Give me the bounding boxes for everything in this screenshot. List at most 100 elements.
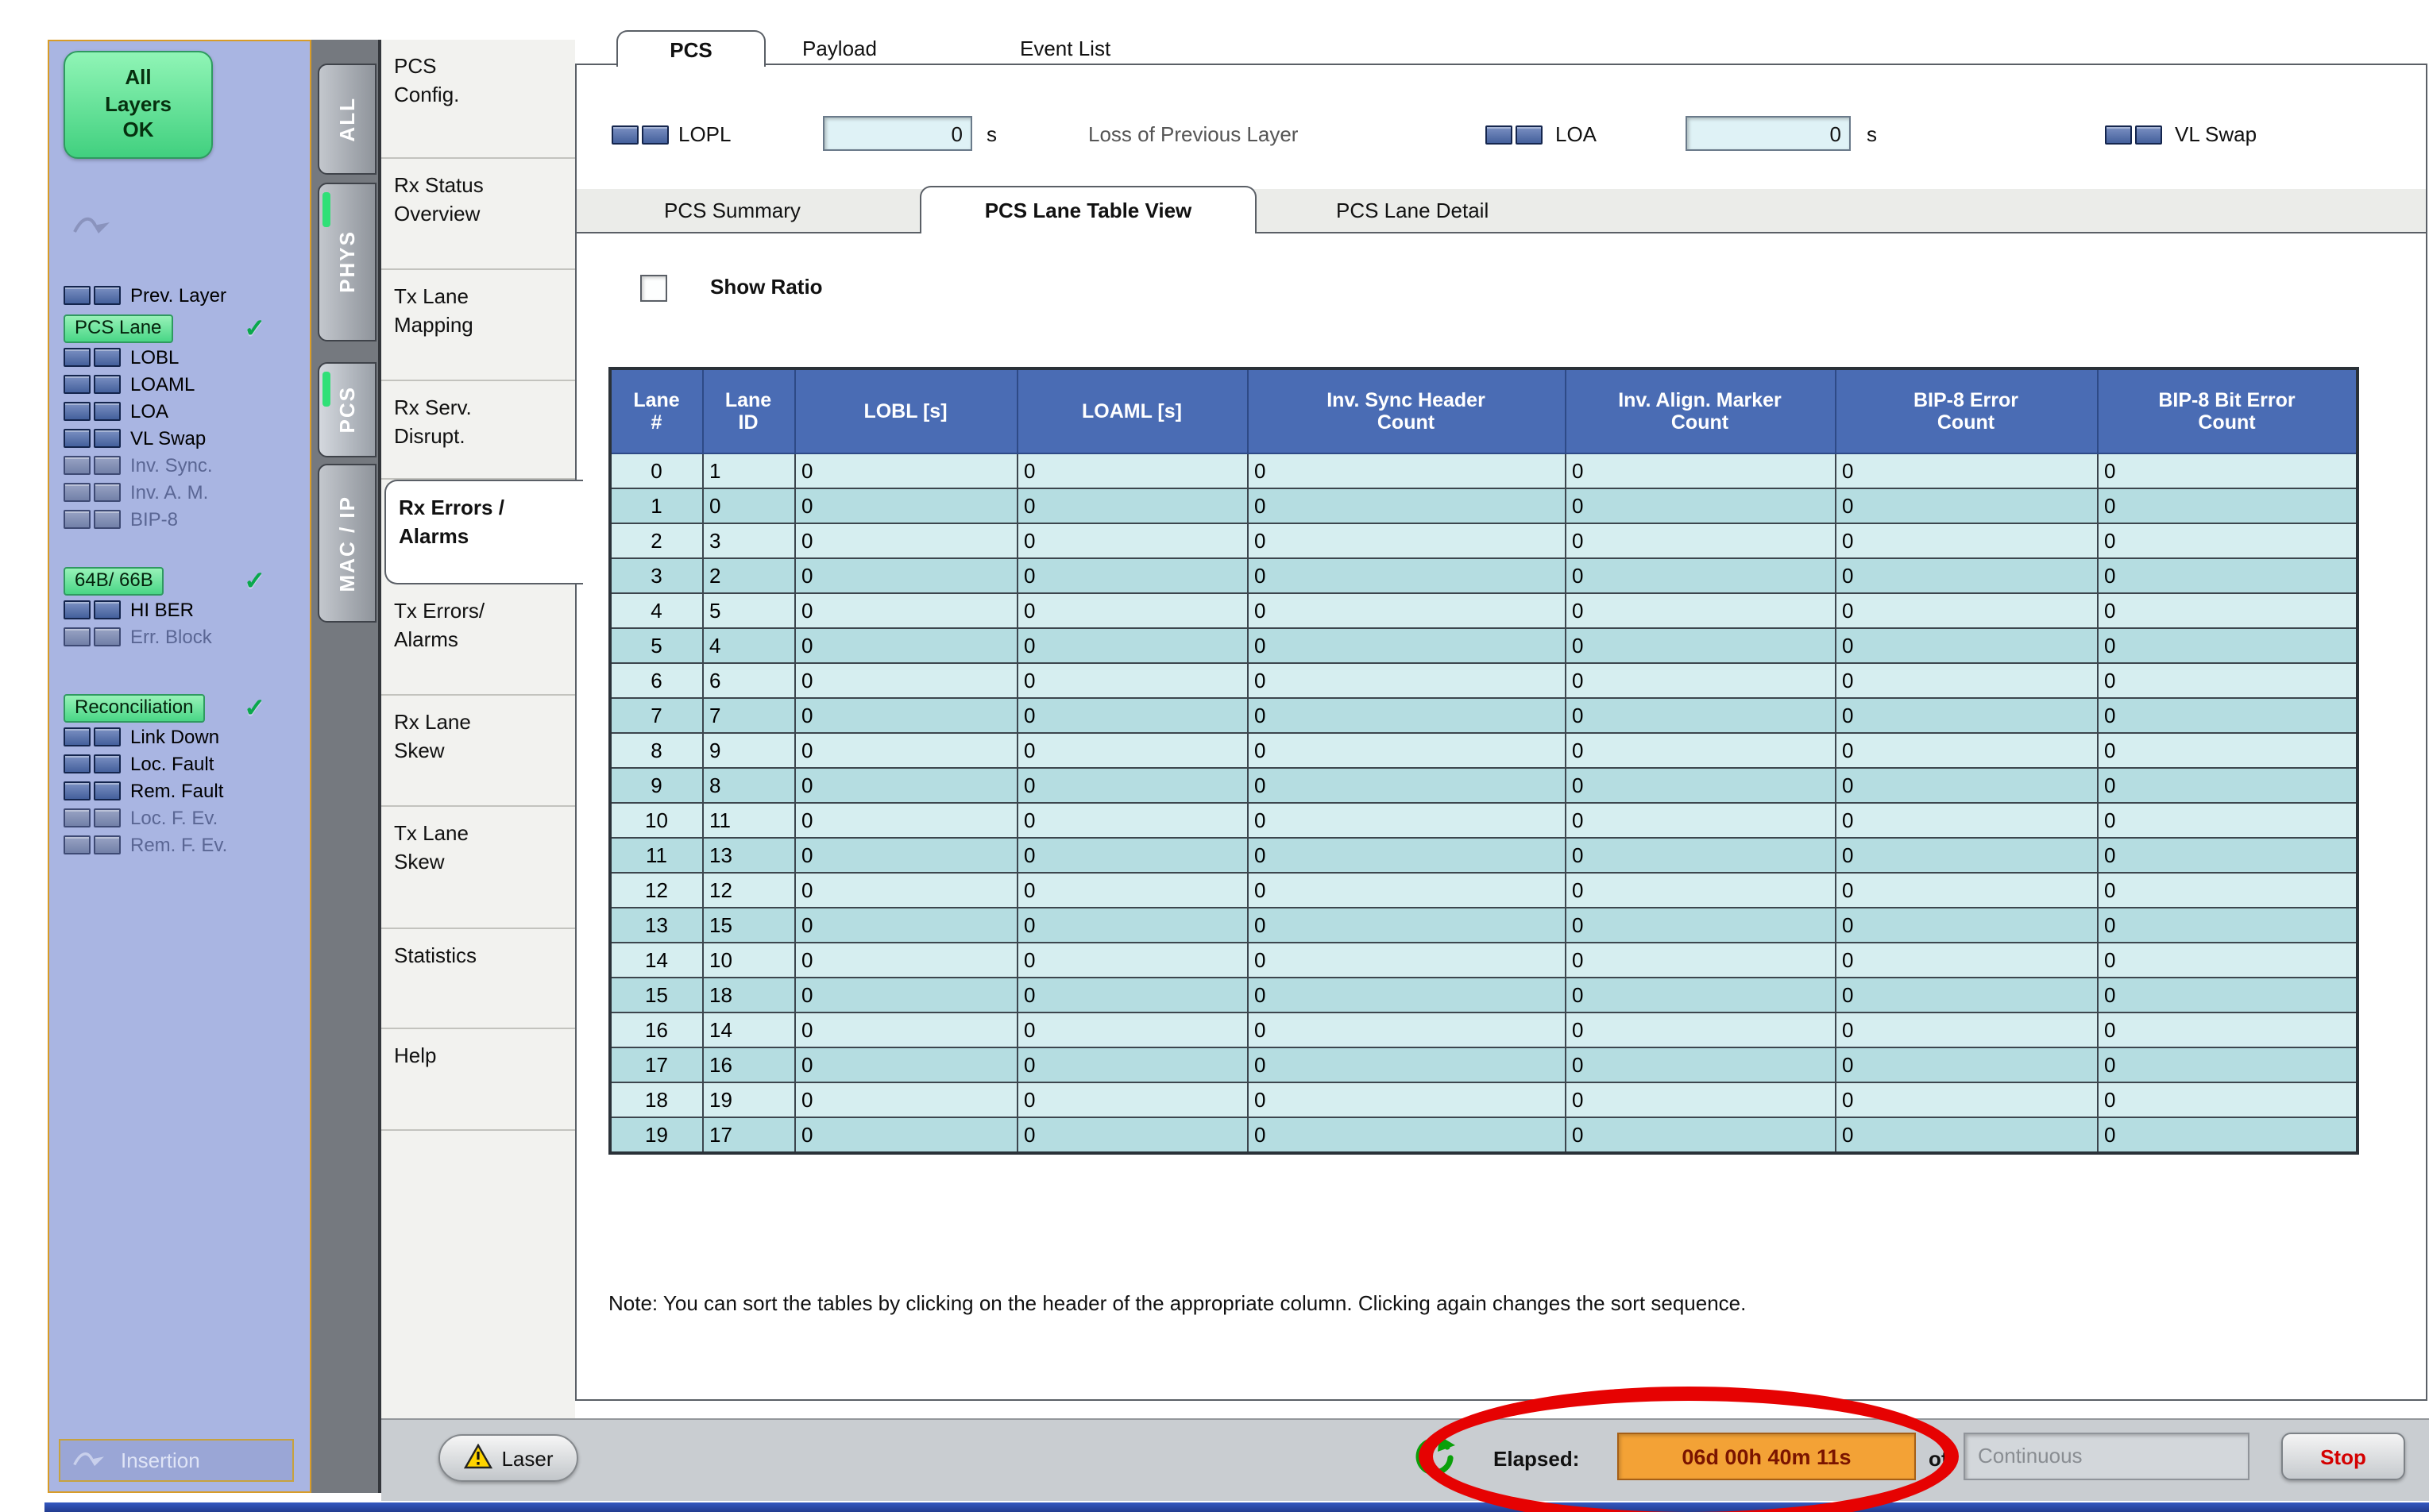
lopl-label: LOPL xyxy=(678,122,732,146)
elapsed-time-field: 06d 00h 40m 11s xyxy=(1617,1433,1916,1480)
menu-item-rx-lane-skew[interactable]: Rx Lane Skew xyxy=(381,696,575,807)
table-cell: 0 xyxy=(1247,593,1565,628)
layer-tab-label: ALL xyxy=(335,97,359,142)
alarm-label: Loc. F. Ev. xyxy=(130,806,218,828)
check-icon: ✓ xyxy=(244,692,265,724)
table-cell: 0 xyxy=(1565,593,1835,628)
table-cell: 0 xyxy=(1017,593,1247,628)
table-cell: 0 xyxy=(1835,593,2097,628)
led-indicator xyxy=(2135,125,2162,145)
table-row: 1315000000 xyxy=(610,908,2358,943)
table-cell: 19 xyxy=(610,1117,702,1153)
column-header[interactable]: LOBL [s] xyxy=(794,368,1017,453)
table-cell: 0 xyxy=(1017,733,1247,768)
column-header[interactable]: Lane ID xyxy=(702,368,794,453)
alarm-indicator-row: LOAML xyxy=(64,370,310,397)
layer-group-label: PCS Lane xyxy=(64,314,172,343)
tab-pcs-lane-detail[interactable]: PCS Lane Detail xyxy=(1336,199,1489,222)
alarm-label: VL Swap xyxy=(130,426,206,449)
menu-item-rx-errors-alarms[interactable]: Rx Errors / Alarms xyxy=(384,480,583,584)
tab-payload[interactable]: Payload xyxy=(802,37,877,60)
column-header[interactable]: BIP-8 Bit Error Count xyxy=(2097,368,2358,453)
tab-pcs-lane-table-view[interactable]: PCS Lane Table View xyxy=(920,186,1257,233)
column-header[interactable]: Inv. Align. Marker Count xyxy=(1565,368,1835,453)
menu-item-pcs-config[interactable]: PCS Config. xyxy=(381,40,575,159)
table-cell: 0 xyxy=(1835,873,2097,908)
table-cell: 0 xyxy=(1565,803,1835,838)
table-cell: 0 xyxy=(1247,1012,1565,1047)
led-indicator xyxy=(64,455,91,474)
layer-tab-phys[interactable]: PHYS xyxy=(318,183,377,341)
table-cell: 9 xyxy=(610,768,702,803)
table-cell: 0 xyxy=(1247,663,1565,698)
table-cell: 18 xyxy=(610,1082,702,1117)
table-cell: 0 xyxy=(794,593,1017,628)
all-layers-status-button[interactable]: All Layers OK xyxy=(64,51,213,159)
laser-button[interactable]: Laser xyxy=(438,1434,578,1482)
column-header[interactable]: Lane # xyxy=(610,368,702,453)
table-cell: 0 xyxy=(1247,873,1565,908)
led-pair xyxy=(64,428,121,447)
menu-item-rx-status-overview[interactable]: Rx Status Overview xyxy=(381,159,575,270)
alarm-label: Inv. Sync. xyxy=(130,453,213,476)
table-cell: 13 xyxy=(702,838,794,873)
table-row: 1716000000 xyxy=(610,1047,2358,1082)
menu-item-statistics[interactable]: Statistics xyxy=(381,929,575,1029)
table-cell: 0 xyxy=(1247,1047,1565,1082)
layer-tab-mac-ip[interactable]: MAC / IP xyxy=(318,464,377,623)
table-cell: 0 xyxy=(1835,1082,2097,1117)
function-menu: PCS Config.Rx Status OverviewTx Lane Map… xyxy=(381,40,575,1418)
table-cell: 0 xyxy=(2097,1082,2358,1117)
alarm-label: LOAML xyxy=(130,372,195,395)
menu-item-help[interactable]: Help xyxy=(381,1029,575,1131)
menu-item-tx-lane-skew[interactable]: Tx Lane Skew xyxy=(381,807,575,929)
table-cell: 0 xyxy=(1017,838,1247,873)
table-cell: 0 xyxy=(1017,1082,1247,1117)
tab-pcs-summary[interactable]: PCS Summary xyxy=(664,199,801,222)
table-row: 1113000000 xyxy=(610,838,2358,873)
prev-layer-indicator-row: Prev. Layer xyxy=(64,281,310,308)
tab-pcs[interactable]: PCS xyxy=(616,30,766,67)
table-cell: 15 xyxy=(610,978,702,1012)
table-cell: 17 xyxy=(702,1117,794,1153)
alarm-label: Rem. Fault xyxy=(130,779,223,801)
loa-seconds-field: 0 xyxy=(1686,116,1851,151)
alarm-indicator-row: VL Swap xyxy=(64,424,310,451)
vl-swap-label: VL Swap xyxy=(2175,122,2257,146)
table-cell: 8 xyxy=(702,768,794,803)
table-cell: 0 xyxy=(794,453,1017,488)
insertion-button[interactable]: Insertion xyxy=(59,1439,294,1482)
column-header[interactable]: BIP-8 Error Count xyxy=(1835,368,2097,453)
alarm-indicator-row: Inv. A. M. xyxy=(64,478,310,505)
tab-event-list[interactable]: Event List xyxy=(1020,37,1110,60)
column-header[interactable]: Inv. Sync Header Count xyxy=(1247,368,1565,453)
table-cell: 0 xyxy=(1017,698,1247,733)
layer-tab-pcs[interactable]: PCS xyxy=(318,362,377,457)
menu-item-tx-errors-alarms[interactable]: Tx Errors/ Alarms xyxy=(381,584,575,696)
elapsed-label: Elapsed: xyxy=(1493,1447,1579,1471)
table-cell: 0 xyxy=(1247,453,1565,488)
table-cell: 0 xyxy=(1565,523,1835,558)
table-cell: 0 xyxy=(2097,593,2358,628)
table-cell: 0 xyxy=(1835,908,2097,943)
table-cell: 0 xyxy=(1247,698,1565,733)
view-tab-bar xyxy=(577,189,2426,233)
table-cell: 0 xyxy=(794,873,1017,908)
restart-test-icon[interactable] xyxy=(1408,1429,1462,1483)
led-indicator xyxy=(612,125,639,145)
table-cell: 0 xyxy=(1247,768,1565,803)
vl-swap-led-pair xyxy=(2105,125,2162,145)
menu-item-tx-lane-mapping[interactable]: Tx Lane Mapping xyxy=(381,270,575,381)
layer-tab-all[interactable]: ALL xyxy=(318,64,377,175)
table-header-row: Lane #Lane IDLOBL [s]LOAML [s]Inv. Sync … xyxy=(610,368,2358,453)
table-cell: 0 xyxy=(1835,768,2097,803)
table-cell: 0 xyxy=(1835,1117,2097,1153)
table-cell: 0 xyxy=(1017,1117,1247,1153)
table-cell: 17 xyxy=(610,1047,702,1082)
column-header[interactable]: LOAML [s] xyxy=(1017,368,1247,453)
menu-item-rx-serv-disrupt[interactable]: Rx Serv. Disrupt. xyxy=(381,381,575,480)
stop-button[interactable]: Stop xyxy=(2281,1433,2405,1480)
show-ratio-checkbox[interactable] xyxy=(640,275,667,302)
lopl-unit: s xyxy=(987,122,997,146)
test-duration-field[interactable]: Continuous xyxy=(1964,1433,2249,1480)
